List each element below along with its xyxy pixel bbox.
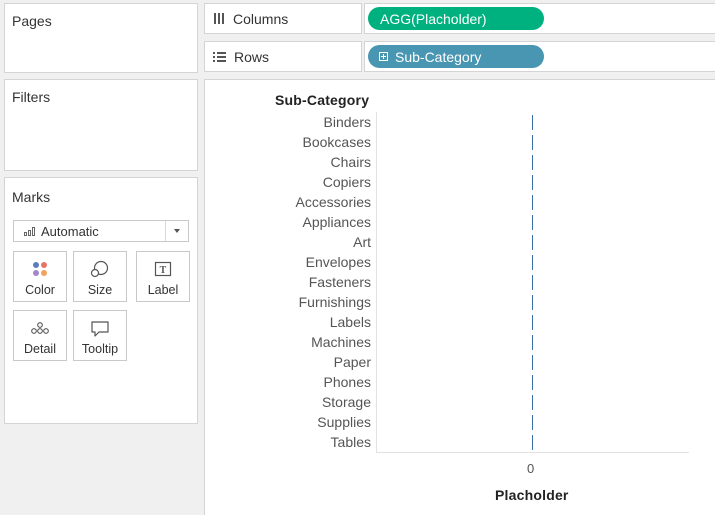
rows-shelf[interactable]: Sub-Category <box>364 41 715 72</box>
row-label[interactable]: Bookcases <box>205 132 371 152</box>
speech-bubble-icon <box>74 317 126 339</box>
bar-mark[interactable] <box>532 435 533 450</box>
row-label[interactable]: Chairs <box>205 152 371 172</box>
mark-type-dropdown[interactable]: Automatic <box>13 220 189 242</box>
mark-type-value: Automatic <box>41 223 99 239</box>
bar-mark[interactable] <box>532 335 533 350</box>
filters-card[interactable]: Filters <box>4 79 198 171</box>
bar-mark[interactable] <box>532 355 533 370</box>
color-label: Color <box>25 283 55 297</box>
x-axis-title: Placholder <box>495 487 569 503</box>
row-label[interactable]: Paper <box>205 352 371 372</box>
bar-mark[interactable] <box>532 275 533 290</box>
expand-plus-icon[interactable] <box>379 52 388 61</box>
row-labels: Binders Bookcases Chairs Copiers Accessories… <box>205 112 371 452</box>
rows-pill-label: Sub-Category <box>395 48 482 65</box>
row-label[interactable]: Tables <box>205 432 371 452</box>
bar-mark[interactable] <box>532 155 533 170</box>
bar-mark[interactable] <box>532 115 533 130</box>
row-label[interactable]: Phones <box>205 372 371 392</box>
size-button[interactable]: Size <box>73 251 127 302</box>
row-label[interactable]: Labels <box>205 312 371 332</box>
label-button[interactable]: T Label <box>136 251 190 302</box>
columns-icon <box>213 13 225 24</box>
plot-area <box>376 112 689 453</box>
size-label: Size <box>87 283 113 297</box>
columns-shelf-label: Columns <box>204 3 362 34</box>
label-label: Label <box>147 283 179 297</box>
chevron-down-icon <box>174 229 180 233</box>
row-header: Sub-Category <box>275 92 370 108</box>
row-label[interactable]: Appliances <box>205 212 372 232</box>
columns-shelf[interactable]: AGG(Placholder) <box>364 3 715 34</box>
rows-icon <box>213 51 226 62</box>
row-label[interactable]: Art <box>205 232 371 252</box>
pages-card[interactable]: Pages <box>4 3 198 73</box>
pages-title: Pages <box>12 13 52 29</box>
row-label[interactable]: Furnishings <box>205 292 371 312</box>
x-tick-label: 0 <box>527 461 535 476</box>
row-label[interactable]: Machines <box>205 332 371 352</box>
dropdown-arrow[interactable] <box>165 221 188 241</box>
tooltip-button[interactable]: Tooltip <box>73 310 127 361</box>
marks-title: Marks <box>12 189 51 205</box>
detail-dots-icon <box>14 317 66 339</box>
row-label[interactable]: Fasteners <box>205 272 371 292</box>
detail-button[interactable]: Detail <box>13 310 67 361</box>
size-shapes-icon <box>74 258 126 280</box>
rows-shelf-label: Rows <box>204 41 362 72</box>
color-button[interactable]: Color <box>13 251 67 302</box>
bar-mark[interactable] <box>532 395 533 410</box>
bar-mark[interactable] <box>532 415 533 430</box>
columns-pill-label: AGG(Placholder) <box>380 10 487 27</box>
tooltip-label: Tooltip <box>81 342 119 356</box>
bar-mark[interactable] <box>532 295 533 310</box>
bar-mark[interactable] <box>532 375 533 390</box>
marks-card: Marks Automatic Color Size T Label Detai… <box>4 177 198 424</box>
filters-title: Filters <box>12 89 51 105</box>
text-label-icon: T <box>137 258 189 280</box>
bar-chart-icon <box>24 226 36 236</box>
row-label[interactable]: Accessories <box>205 192 371 212</box>
detail-label: Detail <box>24 342 56 356</box>
bar-mark[interactable] <box>532 315 533 330</box>
columns-label: Columns <box>233 10 289 27</box>
rows-label: Rows <box>234 48 270 65</box>
row-label[interactable]: Supplies <box>205 412 371 432</box>
rows-pill[interactable]: Sub-Category <box>368 45 544 68</box>
bar-mark[interactable] <box>532 135 533 150</box>
worksheet-view: Sub-Category Binders Bookcases Chairs Copie… <box>204 79 715 515</box>
bar-mark[interactable] <box>532 215 533 230</box>
color-dots-icon <box>14 258 66 280</box>
row-label[interactable]: Envelopes <box>205 252 371 272</box>
bar-mark[interactable] <box>532 255 533 270</box>
bar-mark[interactable] <box>532 175 533 190</box>
bar-mark[interactable] <box>532 195 533 210</box>
bar-mark[interactable] <box>532 235 533 250</box>
row-label[interactable]: Binders <box>205 112 371 132</box>
columns-pill[interactable]: AGG(Placholder) <box>368 7 544 30</box>
svg-text:T: T <box>160 265 167 276</box>
row-label[interactable]: Copiers <box>205 172 371 192</box>
row-label[interactable]: Storage <box>205 392 371 412</box>
